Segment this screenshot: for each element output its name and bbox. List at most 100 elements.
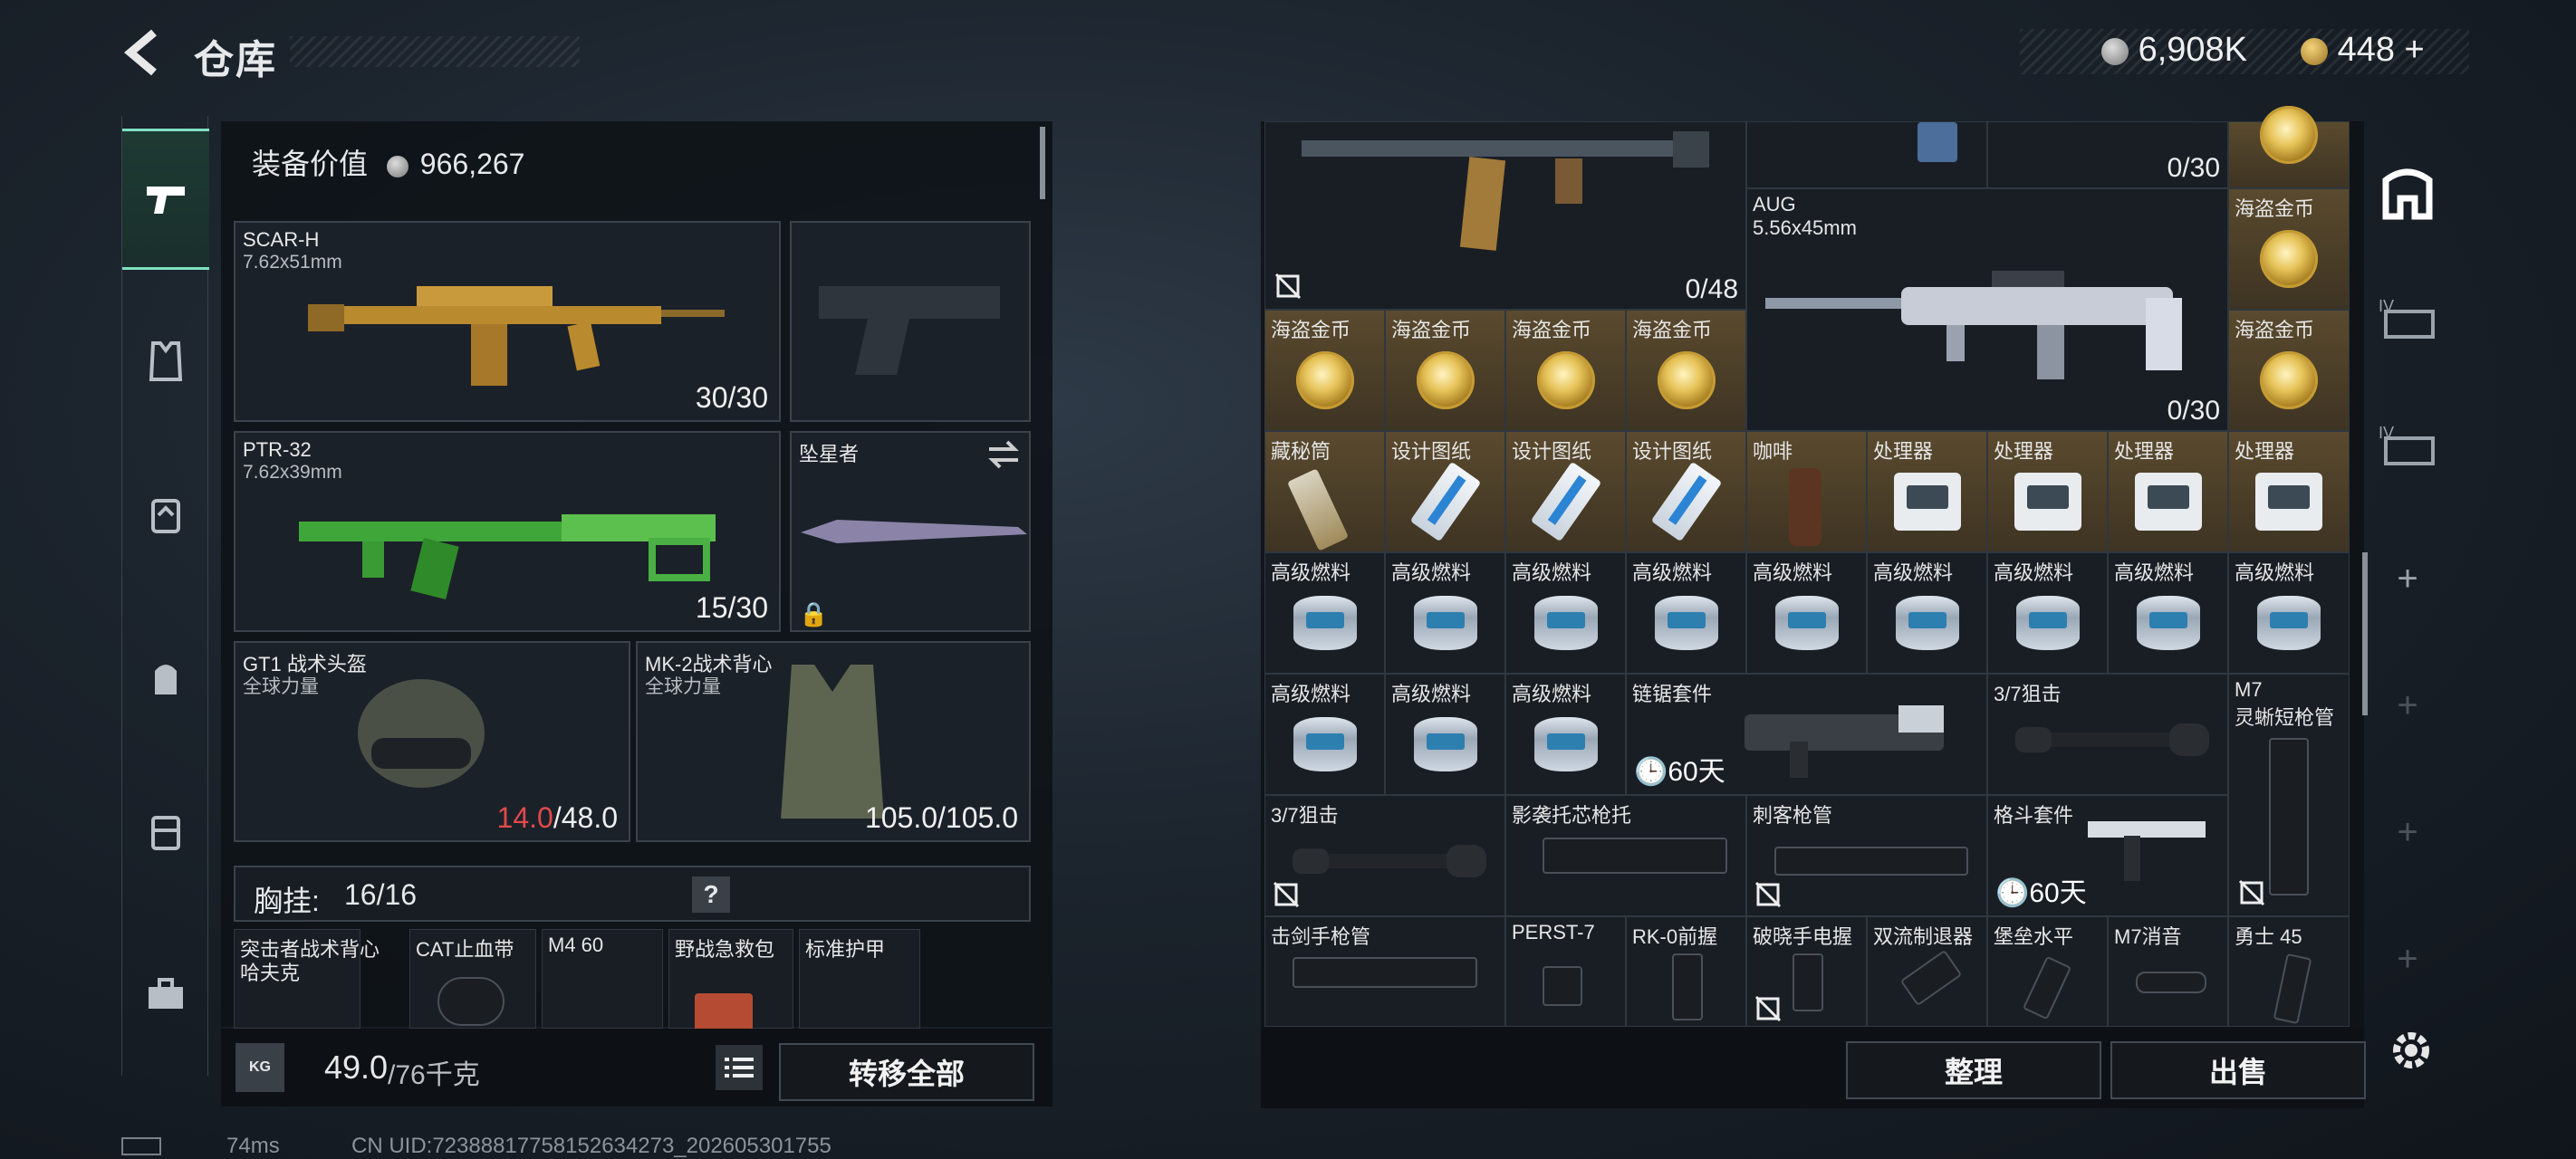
stash-item[interactable] — [1746, 121, 1987, 188]
stash-item[interactable]: 藏秘筒 — [1264, 431, 1385, 552]
panel-scrollbar[interactable] — [1040, 127, 1045, 199]
fuel-item[interactable]: 高级燃料 — [1505, 552, 1626, 674]
pirate-coin[interactable]: 海盗金币 — [1505, 310, 1626, 431]
fuel-item[interactable]: 高级燃料 — [1505, 674, 1626, 795]
ptr-32-rifle-image — [299, 514, 716, 599]
fuel-can-image — [2257, 595, 2321, 650]
stash-item[interactable]: PERST-7 — [1505, 916, 1626, 1027]
swap-icon[interactable] — [987, 440, 1020, 469]
stash-item[interactable]: 设计图纸 — [1385, 431, 1505, 552]
rig-item[interactable]: 标准护甲 — [799, 929, 920, 1029]
fuel-item[interactable]: 高级燃料 — [1987, 552, 2108, 674]
stash-item[interactable]: 击剑手枪管 — [1264, 916, 1505, 1027]
stash-item[interactable]: 处理器 — [1987, 431, 2108, 552]
fuel-item[interactable]: 高级燃料 — [1385, 552, 1505, 674]
nav-armor[interactable] — [122, 324, 209, 397]
sort-button[interactable]: 整理 — [1846, 1041, 2101, 1099]
item-name: 链锯套件 — [1632, 683, 1713, 705]
stash-tab-case-1[interactable]: IV — [2362, 259, 2453, 377]
item-name: 野战急救包 — [675, 938, 775, 961]
add-stash-tab[interactable]: + — [2362, 900, 2453, 1018]
stash-weapon-aug[interactable]: AUG 5.56x45mm 0/30 — [1746, 188, 2228, 431]
fuel-can-image — [2015, 595, 2080, 650]
add-stash-tab[interactable]: + — [2362, 520, 2453, 637]
stash-item[interactable]: 双流制退器 — [1867, 916, 1987, 1027]
clock-icon: 🕒 — [1634, 757, 1668, 787]
stash-item[interactable]: 处理器 — [2228, 431, 2350, 552]
item-name: 海盗金币 — [1512, 319, 1592, 341]
stash-item[interactable]: 破晓手电握 — [1746, 916, 1867, 1027]
pirate-coin[interactable]: 海盗金币 — [1385, 310, 1505, 431]
nav-weapons[interactable] — [122, 129, 209, 270]
transfer-all-button[interactable]: 转移全部 — [779, 1043, 1034, 1101]
add-gold-button[interactable]: + — [2405, 31, 2425, 69]
stash-item[interactable]: 处理器 — [2108, 431, 2228, 552]
pirate-coin[interactable]: 海盗金币 — [2228, 188, 2350, 310]
add-stash-tab[interactable]: + — [2362, 647, 2453, 764]
left-nav — [121, 116, 209, 1076]
fuel-item[interactable]: 高级燃料 — [2228, 552, 2350, 674]
fuel-item[interactable]: 高级燃料 — [1746, 552, 1867, 674]
secondary-weapon-slot[interactable]: PTR-32 7.62x39mm 15/30 — [234, 431, 781, 632]
m7-barrel[interactable]: M7 灵蜥短枪管 — [2228, 674, 2350, 916]
nav-bag[interactable] — [122, 641, 209, 714]
fuel-item[interactable]: 高级燃料 — [1264, 552, 1385, 674]
item-name: 海盗金币 — [1632, 319, 1713, 341]
fuel-item[interactable]: 高级燃料 — [1264, 674, 1385, 795]
barrel-item[interactable]: 刺客枪管 — [1746, 795, 1987, 916]
stash-item[interactable]: 0/30 — [1987, 121, 2228, 188]
stash-tab-case-2[interactable]: IV — [2362, 386, 2453, 503]
stash-item[interactable]: 勇士 45 — [2228, 916, 2350, 1027]
item-sub: 哈夫克 — [240, 962, 301, 984]
back-button[interactable] — [118, 25, 172, 80]
pirate-coin[interactable] — [2228, 106, 2350, 188]
item-name: 高级燃料 — [1391, 561, 1472, 584]
fuel-item[interactable]: 高级燃料 — [1626, 552, 1746, 674]
stash-weapon[interactable]: 0/48 — [1264, 121, 1746, 310]
pirate-coin[interactable]: 海盗金币 — [1264, 310, 1385, 431]
gold-coin-image — [2260, 229, 2318, 288]
pistol-slot[interactable] — [790, 221, 1031, 422]
melee-slot[interactable]: 坠星者 🔒 — [790, 431, 1031, 632]
gold-currency[interactable]: 448 + — [2301, 31, 2425, 70]
primary-weapon-slot[interactable]: SCAR-H 7.62x51mm 30/30 — [234, 221, 781, 422]
stash-item[interactable]: 堡垒水平 — [1987, 916, 2108, 1027]
chainsaw-kit-image — [1745, 705, 1944, 778]
fuel-item[interactable]: 高级燃料 — [2108, 552, 2228, 674]
fuel-can-image — [2136, 595, 2200, 650]
fuel-item[interactable]: 高级燃料 — [1867, 552, 1987, 674]
rig-item[interactable]: 突击者战术背心 哈夫克 — [234, 929, 380, 1029]
pirate-coin[interactable]: 海盗金币 — [1626, 310, 1746, 431]
vest-slot[interactable]: MK-2战术背心 全球力量 105.0/105.0 — [636, 641, 1031, 842]
scope-item[interactable]: 3/7狙击 — [1264, 795, 1505, 916]
stock-item[interactable]: 影袭托芯枪托 — [1505, 795, 1746, 916]
nav-case[interactable] — [122, 795, 209, 867]
rig-item[interactable]: CAT止血带 — [409, 929, 536, 1029]
stash-item[interactable]: 设计图纸 — [1626, 431, 1746, 552]
item-name: 勇士 45 — [2235, 925, 2302, 948]
help-button[interactable]: ? — [692, 876, 730, 913]
scope-item[interactable]: 3/7狙击 — [1987, 674, 2228, 795]
combat-kit[interactable]: 格斗套件 🕒60天 — [1987, 795, 2228, 916]
fuel-item[interactable]: 高级燃料 — [1385, 674, 1505, 795]
chainsaw-kit[interactable]: 链锯套件 🕒60天 — [1626, 674, 1987, 795]
stash-tab-home[interactable] — [2362, 136, 2453, 254]
durability-max: /48.0 — [553, 801, 618, 834]
stash-item[interactable]: 咖啡 — [1746, 431, 1867, 552]
item-name: 高级燃料 — [1753, 561, 1833, 584]
pirate-coin[interactable]: 海盗金币 — [2228, 310, 2350, 431]
list-view-button[interactable] — [716, 1045, 763, 1090]
stash-item[interactable]: 设计图纸 — [1505, 431, 1626, 552]
rig-item[interactable]: M4 60 — [542, 929, 663, 1029]
stash-item[interactable]: 处理器 — [1867, 431, 1987, 552]
stash-item[interactable]: M7消音 — [2108, 916, 2228, 1027]
nav-toolbox[interactable] — [122, 958, 209, 1030]
settings-button[interactable] — [2386, 1025, 2437, 1076]
stash-item[interactable]: RK-0前握 — [1626, 916, 1746, 1027]
nav-backpack[interactable] — [122, 478, 209, 551]
helmet-slot[interactable]: GT1 战术头盔 全球力量 14.0/48.0 — [234, 641, 630, 842]
add-stash-tab[interactable]: + — [2362, 773, 2453, 891]
combat-kit-image — [2088, 821, 2206, 881]
rig-item[interactable]: 野战急救包 — [668, 929, 793, 1033]
sell-button[interactable]: 出售 — [2110, 1041, 2366, 1099]
